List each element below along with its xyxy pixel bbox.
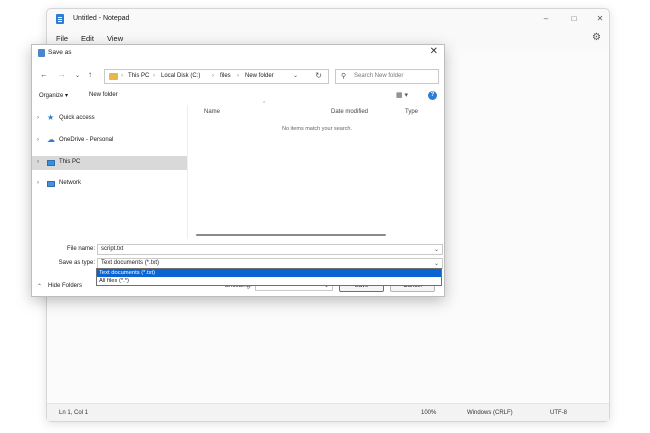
nav-item-label: This PC: [59, 159, 81, 165]
breadcrumb-new-folder[interactable]: New folder: [245, 73, 274, 79]
column-date-modified[interactable]: Date modified: [331, 109, 368, 115]
organize-label: Organize: [39, 93, 64, 99]
gear-icon[interactable]: ⚙: [592, 32, 601, 43]
breadcrumb-separator-icon: ›: [121, 73, 123, 79]
network-icon: [47, 181, 55, 187]
save-dialog-icon: [38, 49, 45, 57]
breadcrumb-this-pc[interactable]: This PC: [128, 73, 149, 79]
breadcrumb-files[interactable]: files: [220, 73, 231, 79]
file-name-value: script.txt: [101, 246, 124, 252]
back-arrow-icon[interactable]: ←: [40, 70, 48, 79]
horizontal-scrollbar[interactable]: [196, 234, 386, 236]
expand-chevron-icon[interactable]: ›: [37, 159, 39, 165]
save-as-type-label: Save as type:: [58, 260, 95, 266]
column-type[interactable]: Type: [405, 109, 418, 115]
minimize-icon[interactable]: –: [537, 13, 555, 25]
column-name[interactable]: Name: [204, 109, 220, 115]
file-name-label: File name:: [66, 246, 95, 252]
breadcrumb-local-disk[interactable]: Local Disk (C:): [161, 73, 200, 79]
line-ending: Windows (CRLF): [467, 410, 513, 416]
empty-message: No items match your search.: [282, 126, 352, 132]
navigation-pane: › ★ Quick access › ☁ OneDrive - Personal…: [32, 105, 187, 239]
navigation-bar: ← → ⌄ ↑ › This PC › Local Disk (C:) › fi…: [32, 67, 444, 85]
dialog-toolbar: Organize ▾ New folder ▦ ▾ ?: [32, 89, 444, 103]
search-icon: ⚲: [341, 73, 347, 80]
notepad-title: Untitled - Notepad: [73, 15, 130, 22]
notepad-title-bar: Untitled - Notepad – □ ✕: [47, 9, 609, 29]
folder-icon: [109, 73, 118, 80]
cloud-icon: ☁: [47, 135, 55, 144]
notepad-icon: [56, 14, 64, 24]
status-bar: Ln 1, Col 1 100% Windows (CRLF) UTF-8: [47, 403, 609, 421]
zoom-level: 100%: [421, 410, 437, 416]
refresh-icon[interactable]: ↻: [315, 71, 322, 80]
breadcrumb-separator-icon: ›: [237, 73, 239, 79]
nav-item-onedrive[interactable]: › ☁ OneDrive - Personal: [32, 134, 187, 148]
save-as-type-dropdown: Text documents (*.txt) All files (*.*): [96, 268, 442, 286]
chevron-down-icon[interactable]: ⌄: [434, 246, 439, 253]
menu-edit[interactable]: Edit: [81, 34, 94, 43]
file-name-input[interactable]: script.txt ⌄: [97, 244, 443, 255]
organize-button[interactable]: Organize ▾: [39, 92, 68, 99]
new-folder-button[interactable]: New folder: [89, 92, 118, 98]
column-headers: Name Date modified Type: [192, 107, 442, 119]
maximize-icon[interactable]: □: [565, 13, 583, 25]
monitor-icon: [47, 160, 55, 166]
expand-chevron-icon[interactable]: ›: [37, 137, 39, 143]
view-options-icon[interactable]: ▦ ▾: [396, 91, 408, 99]
close-icon[interactable]: ✕: [591, 13, 609, 25]
help-icon[interactable]: ?: [428, 91, 437, 100]
forward-arrow-icon[interactable]: →: [58, 70, 66, 79]
save-as-dialog: Save as ✕ ← → ⌄ ↑ › This PC › Local Disk…: [31, 44, 445, 297]
chevron-down-icon[interactable]: ⌄: [434, 260, 439, 267]
search-placeholder: Search New folder: [354, 73, 404, 79]
search-box[interactable]: ⚲ Search New folder: [335, 69, 439, 84]
save-as-type-value: Text documents (*.txt): [101, 260, 160, 266]
nav-item-label: OneDrive - Personal: [59, 137, 114, 143]
address-dropdown-icon[interactable]: ⌄: [293, 72, 298, 79]
menu-file[interactable]: File: [56, 34, 68, 43]
cursor-position: Ln 1, Col 1: [59, 410, 89, 416]
chevron-up-icon: ⌃: [37, 284, 43, 290]
nav-item-this-pc[interactable]: › This PC: [32, 156, 187, 170]
nav-item-network[interactable]: › Network: [32, 177, 187, 191]
encoding-status: UTF-8: [550, 410, 567, 416]
type-option-all-files[interactable]: All files (*.*): [97, 277, 441, 285]
menu-view[interactable]: View: [107, 34, 123, 43]
expand-chevron-icon[interactable]: ›: [37, 180, 39, 186]
star-icon: ★: [47, 113, 55, 122]
breadcrumb-separator-icon: ›: [153, 73, 155, 79]
dialog-close-icon[interactable]: ✕: [430, 46, 438, 57]
nav-item-label: Quick access: [59, 115, 95, 121]
up-arrow-icon[interactable]: ↑: [88, 70, 92, 79]
nav-item-quick-access[interactable]: › ★ Quick access: [32, 112, 187, 126]
expand-chevron-icon[interactable]: ›: [37, 115, 39, 121]
address-bar[interactable]: › This PC › Local Disk (C:) › files › Ne…: [104, 69, 329, 84]
recent-locations-chevron-icon[interactable]: ⌄: [75, 72, 80, 79]
nav-item-label: Network: [59, 180, 82, 186]
type-option-text-documents[interactable]: Text documents (*.txt): [97, 269, 441, 277]
dialog-title-bar: Save as ✕: [32, 45, 444, 61]
dialog-title: Save as: [48, 49, 72, 56]
breadcrumb-separator-icon: ›: [212, 73, 214, 79]
pane-divider[interactable]: [187, 105, 188, 239]
